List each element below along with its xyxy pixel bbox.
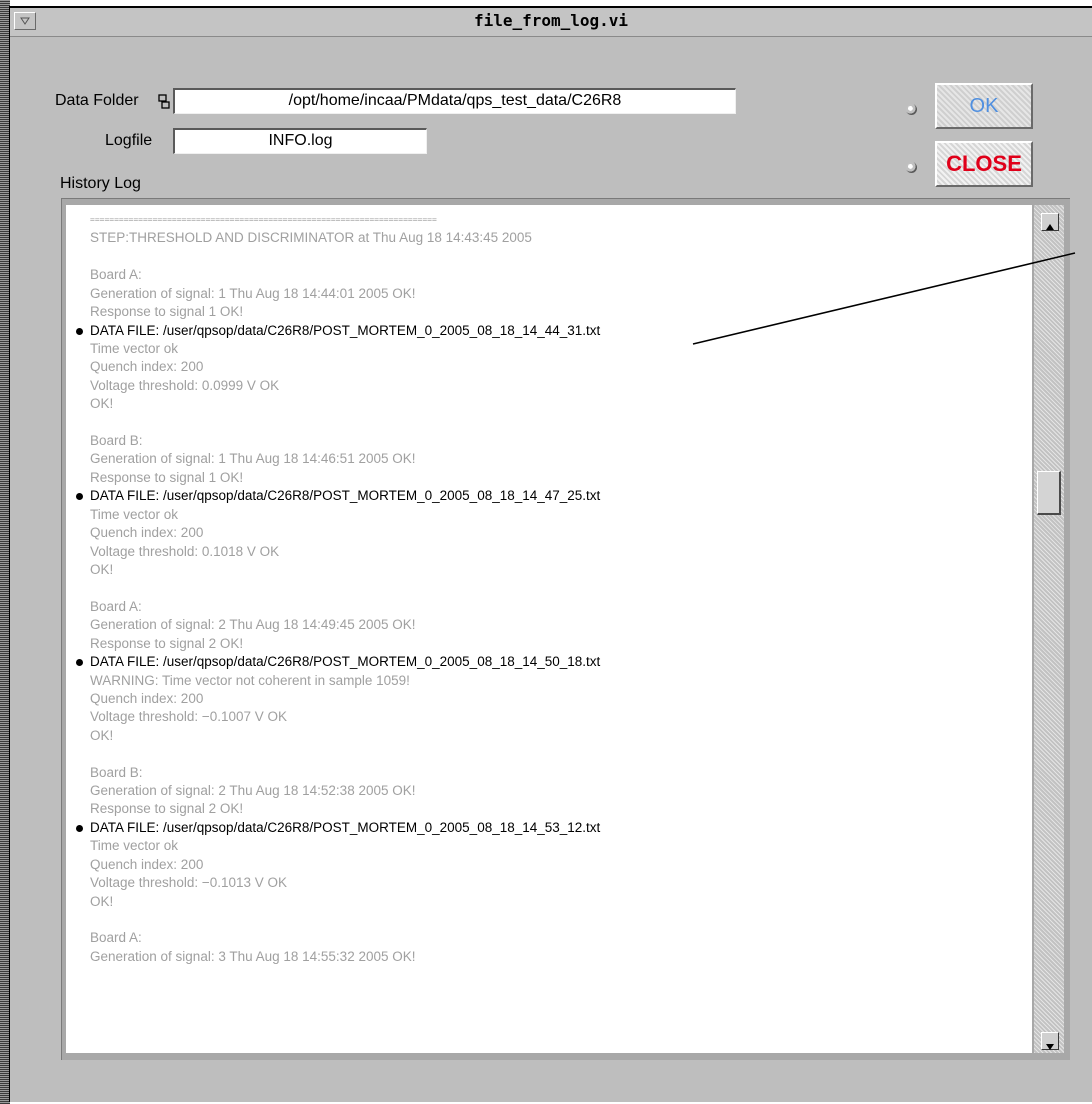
log-line: Board B:	[90, 764, 143, 780]
history-log-scrollbar[interactable]	[1034, 205, 1064, 1053]
ok-indicator-led	[906, 104, 917, 115]
log-line: OK!	[90, 727, 114, 743]
log-line: Generation of signal: 3 Thu Aug 18 14:55…	[90, 948, 416, 964]
log-line: Time vector ok	[90, 340, 179, 356]
data-file-bullet-icon	[76, 659, 83, 667]
close-button[interactable]: CLOSE	[935, 141, 1033, 187]
log-line: Response to signal 2 OK!	[90, 801, 244, 817]
vi-window: file_from_log.vi Data Folder /opt/home/i…	[9, 6, 1092, 1102]
log-separator-line: ========================================…	[90, 215, 437, 224]
window-title: file_from_log.vi	[473, 11, 629, 30]
data-file-bullet-icon	[76, 327, 83, 335]
log-line: OK!	[90, 893, 114, 909]
triangle-up-icon	[1045, 218, 1055, 236]
log-line: Board B:	[90, 433, 143, 449]
log-line: Voltage threshold: −0.1007 V OK	[90, 709, 288, 725]
log-line: Response to signal 1 OK!	[90, 469, 244, 485]
scroll-up-button[interactable]	[1041, 213, 1059, 231]
log-line: Board A:	[90, 267, 142, 283]
history-log-text-area[interactable]: ========================================…	[66, 205, 1032, 1053]
close-indicator-led	[906, 162, 917, 173]
history-log-label: History Log	[60, 175, 141, 192]
log-line: Quench index: 200	[90, 359, 204, 375]
log-line: OK!	[90, 561, 114, 577]
log-line: Generation of signal: 1 Thu Aug 18 14:44…	[90, 285, 416, 301]
log-line: Quench index: 200	[90, 856, 204, 872]
title-bar[interactable]: file_from_log.vi	[10, 8, 1092, 37]
log-line: STEP:THRESHOLD AND DISCRIMINATOR at Thu …	[90, 230, 532, 246]
log-line: Generation of signal: 2 Thu Aug 18 14:52…	[90, 783, 416, 799]
log-line: Generation of signal: 1 Thu Aug 18 14:46…	[90, 451, 416, 467]
log-data-file-line: DATA FILE: /user/qpsop/data/C26R8/POST_M…	[90, 819, 601, 835]
log-line: Time vector ok	[90, 506, 179, 522]
log-data-file-line: DATA FILE: /user/qpsop/data/C26R8/POST_M…	[90, 654, 601, 670]
log-line: Quench index: 200	[90, 525, 204, 541]
data-folder-label: Data Folder	[55, 92, 139, 109]
data-folder-field[interactable]: /opt/home/incaa/PMdata/qps_test_data/C26…	[173, 88, 736, 114]
folder-browse-icon[interactable]	[158, 94, 170, 110]
data-file-bullet-icon	[76, 824, 83, 832]
screenshot-frame: file_from_log.vi Data Folder /opt/home/i…	[0, 0, 1092, 1104]
log-data-file-line: DATA FILE: /user/qpsop/data/C26R8/POST_M…	[90, 488, 601, 504]
logfile-field[interactable]: INFO.log	[173, 128, 427, 154]
log-line: Response to signal 2 OK!	[90, 635, 244, 651]
log-line: Generation of signal: 2 Thu Aug 18 14:49…	[90, 617, 416, 633]
scroll-thumb[interactable]	[1037, 471, 1061, 515]
logfile-label: Logfile	[105, 132, 153, 149]
log-data-file-line: DATA FILE: /user/qpsop/data/C26R8/POST_M…	[90, 322, 601, 338]
log-line: WARNING: Time vector not coherent in sam…	[90, 672, 410, 688]
ok-button[interactable]: OK	[935, 83, 1033, 129]
scroll-down-button[interactable]	[1041, 1032, 1059, 1050]
log-line: OK!	[90, 396, 114, 412]
log-line: Time vector ok	[90, 838, 179, 854]
log-line: Quench index: 200	[90, 690, 204, 706]
triangle-down-icon	[1045, 1038, 1055, 1056]
data-file-bullet-icon	[76, 493, 83, 501]
log-line: Voltage threshold: 0.1018 V OK	[90, 543, 280, 559]
log-line: Response to signal 1 OK!	[90, 304, 244, 320]
log-line: Board A:	[90, 598, 142, 614]
history-log-panel: ========================================…	[61, 198, 1070, 1060]
log-line: Board A:	[90, 930, 142, 946]
log-line: Voltage threshold: 0.0999 V OK	[90, 377, 280, 393]
log-line: Voltage threshold: −0.1013 V OK	[90, 875, 288, 891]
